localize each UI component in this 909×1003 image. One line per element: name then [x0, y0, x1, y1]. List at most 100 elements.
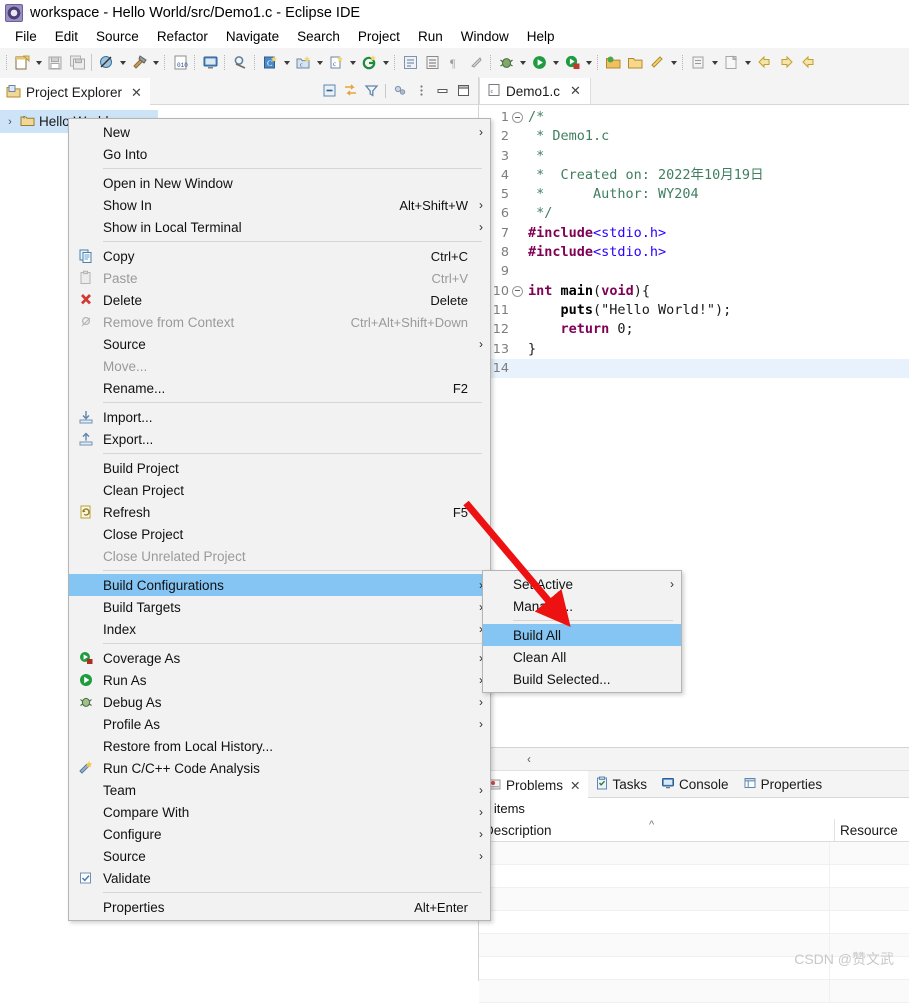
open-folder-green-icon[interactable]: [602, 52, 624, 74]
debug-bug-icon[interactable]: [495, 52, 517, 74]
close-icon[interactable]: ✕: [570, 778, 580, 793]
new-folder-dropdown-icon[interactable]: [314, 52, 325, 74]
new-task-dropdown-icon[interactable]: [709, 52, 720, 74]
menu-item-show-in-local-terminal[interactable]: Show in Local Terminal ›: [69, 216, 490, 238]
tab-project-explorer[interactable]: Project Explorer ✕: [0, 77, 150, 106]
code-line[interactable]: 2 * Demo1.c: [479, 127, 909, 146]
menu-item-restore-from-local-history[interactable]: Restore from Local History...: [69, 735, 490, 757]
menu-item-build-configurations[interactable]: Build Configurations ›: [69, 574, 490, 596]
new-wizard-icon[interactable]: [11, 52, 33, 74]
code-line[interactable]: 4 * Created on: 2022年10月19日: [479, 166, 909, 185]
tab-problems[interactable]: Problems ✕: [481, 770, 588, 798]
forward-arrow-icon[interactable]: [775, 52, 797, 74]
code-line[interactable]: 1/*: [479, 108, 909, 127]
menu-item-new[interactable]: New ›: [69, 121, 490, 143]
code-line[interactable]: 5 * Author: WY204: [479, 185, 909, 204]
menu-item-source[interactable]: Source ›: [69, 845, 490, 867]
close-icon[interactable]: ✕: [131, 85, 142, 101]
new-task-icon[interactable]: [687, 52, 709, 74]
code-line[interactable]: 12 return 0;: [479, 320, 909, 339]
new-wizard-dropdown-icon[interactable]: [33, 52, 44, 74]
table-row[interactable]: [479, 842, 909, 865]
toggle-block-selection-icon[interactable]: [399, 52, 421, 74]
run-dropdown-icon[interactable]: [550, 52, 561, 74]
menu-item-go-into[interactable]: Go Into: [69, 143, 490, 165]
menu-help[interactable]: Help: [518, 27, 564, 46]
menu-item-run-c-c-code-analysis[interactable]: Run C/C++ Code Analysis: [69, 757, 490, 779]
debug-dropdown-icon[interactable]: [517, 52, 528, 74]
code-line[interactable]: 9: [479, 262, 909, 281]
collapse-all-icon[interactable]: [320, 82, 338, 100]
table-row[interactable]: [479, 980, 909, 1003]
open-task-icon[interactable]: [720, 52, 742, 74]
tab-console[interactable]: Console: [654, 772, 736, 797]
new-source-file-icon[interactable]: c: [325, 52, 347, 74]
run-icon[interactable]: [528, 52, 550, 74]
binary-file-icon[interactable]: 010: [169, 52, 191, 74]
coverage-icon[interactable]: [561, 52, 583, 74]
external-tools-icon[interactable]: [646, 52, 668, 74]
code-line[interactable]: 11 puts("Hello World!");: [479, 301, 909, 320]
menu-item-configure[interactable]: Configure ›: [69, 823, 490, 845]
menu-window[interactable]: Window: [452, 27, 518, 46]
open-folder-icon[interactable]: [624, 52, 646, 74]
code-line[interactable]: 14: [479, 358, 909, 379]
view-menu-bubbles-icon[interactable]: [391, 82, 409, 100]
menu-item-close-project[interactable]: Close Project: [69, 523, 490, 545]
tab-demo1-c[interactable]: c Demo1.c ✕: [479, 78, 591, 104]
menu-item-clean-project[interactable]: Clean Project: [69, 479, 490, 501]
minimize-icon[interactable]: [433, 82, 451, 100]
code-line[interactable]: 3 *: [479, 147, 909, 166]
submenu-item-set-active[interactable]: Set Active ›: [483, 573, 681, 595]
new-source-file-dropdown-icon[interactable]: [347, 52, 358, 74]
menu-item-copy[interactable]: Copy Ctrl+C: [69, 245, 490, 267]
menu-item-team[interactable]: Team ›: [69, 779, 490, 801]
menu-search[interactable]: Search: [288, 27, 349, 46]
code-line[interactable]: 8 #include<stdio.h>: [479, 243, 909, 262]
open-task-dropdown-icon[interactable]: [742, 52, 753, 74]
column-header-resource[interactable]: Resource: [835, 819, 909, 841]
menu-item-delete[interactable]: Delete Delete: [69, 289, 490, 311]
table-row[interactable]: [479, 911, 909, 934]
back-arrow-icon[interactable]: [753, 52, 775, 74]
code-editor[interactable]: 1/* 2 * Demo1.c 3 * 4 * Created on: 2022年10…: [479, 105, 909, 379]
project-context-menu[interactable]: New › Go Into Open in New Window Show In Alt+…: [68, 118, 491, 921]
table-row[interactable]: [479, 865, 909, 888]
console-open-icon[interactable]: [199, 52, 221, 74]
chevron-right-icon[interactable]: ›: [4, 116, 16, 128]
new-class-icon[interactable]: [358, 52, 380, 74]
menu-item-rename[interactable]: Rename... F2: [69, 377, 490, 399]
scroll-left-icon[interactable]: ‹: [527, 752, 531, 766]
submenu-item-manage[interactable]: Manage...: [483, 595, 681, 617]
build-configurations-submenu[interactable]: Set Active › Manage... Build All Clean All Bu…: [482, 570, 682, 693]
save-icon[interactable]: [44, 52, 66, 74]
menu-item-debug-as[interactable]: Debug As ›: [69, 691, 490, 713]
filter-icon[interactable]: [362, 82, 380, 100]
menu-refactor[interactable]: Refactor: [148, 27, 217, 46]
view-menu-icon[interactable]: [412, 82, 430, 100]
fold-collapse-icon[interactable]: [511, 112, 524, 124]
fold-collapse-icon[interactable]: [511, 285, 524, 297]
menu-item-profile-as[interactable]: Profile As ›: [69, 713, 490, 735]
code-line[interactable]: 7 #include<stdio.h>: [479, 224, 909, 243]
menu-project[interactable]: Project: [349, 27, 409, 46]
new-folder-icon[interactable]: c: [292, 52, 314, 74]
menu-item-source[interactable]: Source ›: [69, 333, 490, 355]
breakpoints-dropdown-icon[interactable]: [117, 52, 128, 74]
close-icon[interactable]: ✕: [570, 83, 581, 99]
menu-edit[interactable]: Edit: [46, 27, 87, 46]
menu-item-import[interactable]: Import...: [69, 406, 490, 428]
external-tools-dropdown-icon[interactable]: [668, 52, 679, 74]
new-c-project-icon[interactable]: C: [259, 52, 281, 74]
coverage-dropdown-icon[interactable]: [583, 52, 594, 74]
menu-item-refresh[interactable]: Refresh F5: [69, 501, 490, 523]
menu-item-build-project[interactable]: Build Project: [69, 457, 490, 479]
build-hammer-icon[interactable]: [128, 52, 150, 74]
column-header-description[interactable]: Description ^: [479, 819, 835, 841]
save-all-icon[interactable]: [66, 52, 88, 74]
code-line[interactable]: 13}: [479, 340, 909, 359]
search-icon[interactable]: [229, 52, 251, 74]
submenu-item-build-selected[interactable]: Build Selected...: [483, 668, 681, 690]
menu-item-coverage-as[interactable]: Coverage As ›: [69, 647, 490, 669]
next-annotation-icon[interactable]: [465, 52, 487, 74]
